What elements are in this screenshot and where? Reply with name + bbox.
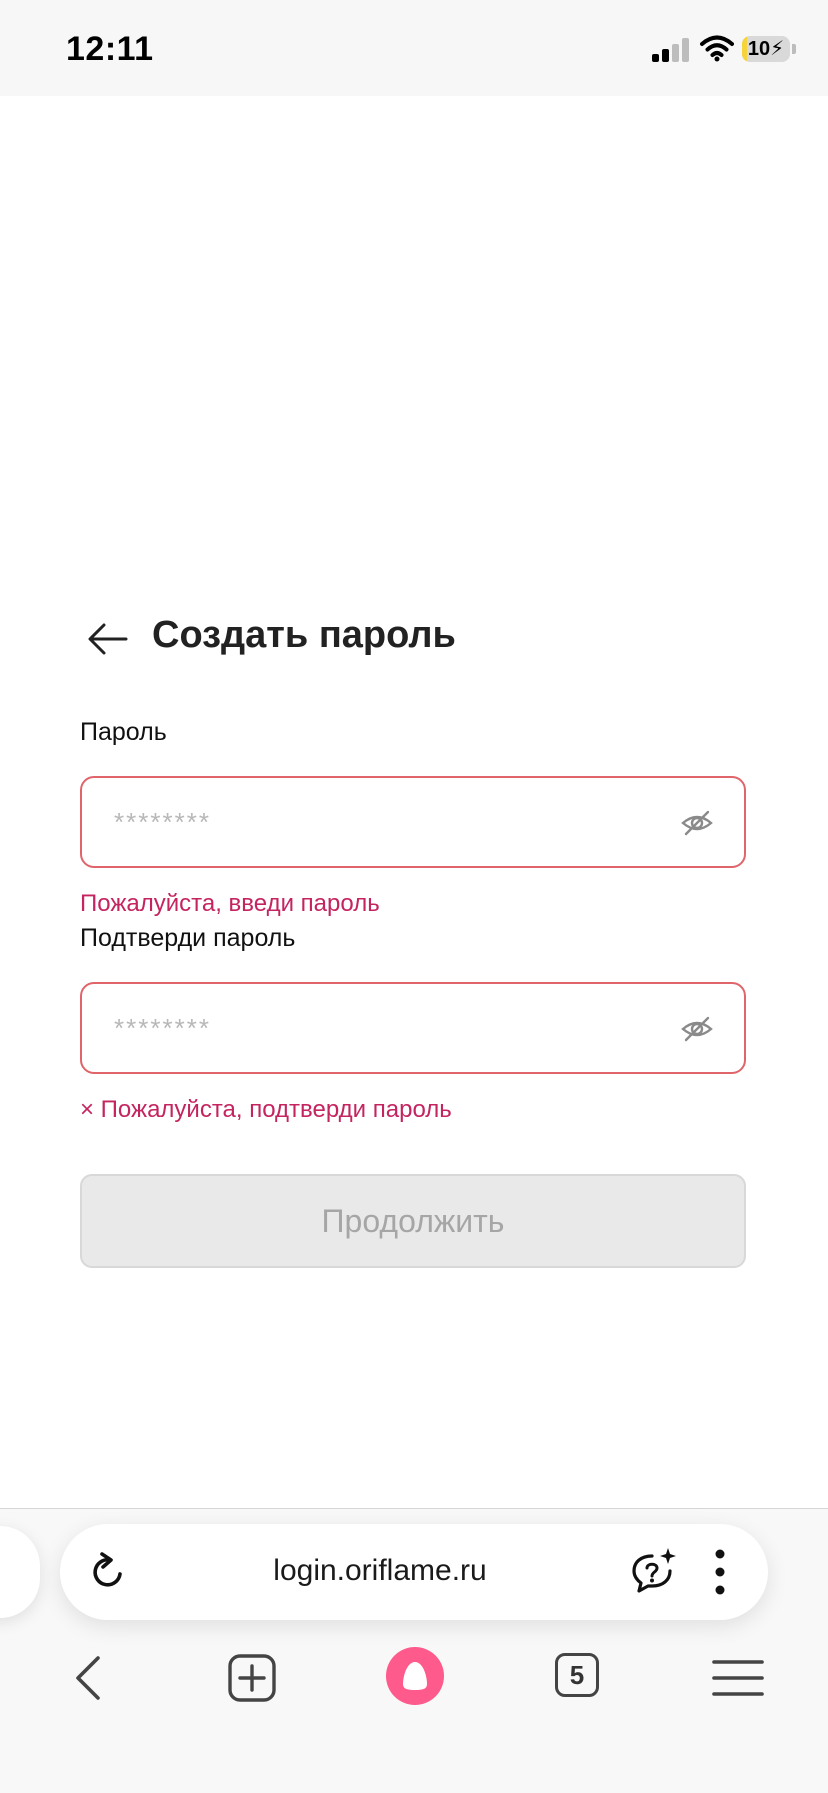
eye-off-icon[interactable] [680,806,714,840]
battery-cap [792,44,796,54]
tabs-count-icon[interactable]: 5 [555,1653,599,1697]
menu-hamburger-icon[interactable] [710,1650,766,1706]
battery-level-text: 10⚡︎ [747,38,785,60]
eye-off-icon[interactable] [680,1012,714,1046]
reload-icon[interactable] [86,1550,130,1594]
password-label: Пароль [80,718,167,746]
page-title: Создать пароль [152,614,456,656]
confirm-password-field[interactable] [80,982,746,1074]
more-vertical-icon[interactable] [704,1548,736,1596]
status-bar: 12:11 10⚡︎ [0,0,828,96]
battery-value: 10 [747,38,771,60]
status-time: 12:11 [66,30,154,68]
arrow-left-icon [88,623,128,655]
chevron-left-icon[interactable] [62,1650,118,1706]
new-tab-plus-icon[interactable] [224,1650,280,1706]
confirm-password-label: Подтверди пароль [80,924,296,952]
password-input[interactable] [114,778,634,866]
alice-icon[interactable] [385,1646,445,1706]
password-error: Пожалуйста, введи пароль [80,890,380,917]
confirm-password-error: × Пожалуйста, подтверди пароль [80,1096,452,1123]
continue-button[interactable]: Продолжить [80,1174,746,1268]
back-arrow-button[interactable] [86,620,130,658]
battery-icon: 10⚡︎ [742,36,790,62]
confirm-password-input[interactable] [114,984,634,1072]
url-text[interactable]: login.oriflame.ru [200,1554,560,1588]
wifi-icon [700,35,734,62]
password-field[interactable] [80,776,746,868]
cellular-signal-icon [652,38,689,62]
assistant-sparkle-icon[interactable] [628,1546,678,1596]
